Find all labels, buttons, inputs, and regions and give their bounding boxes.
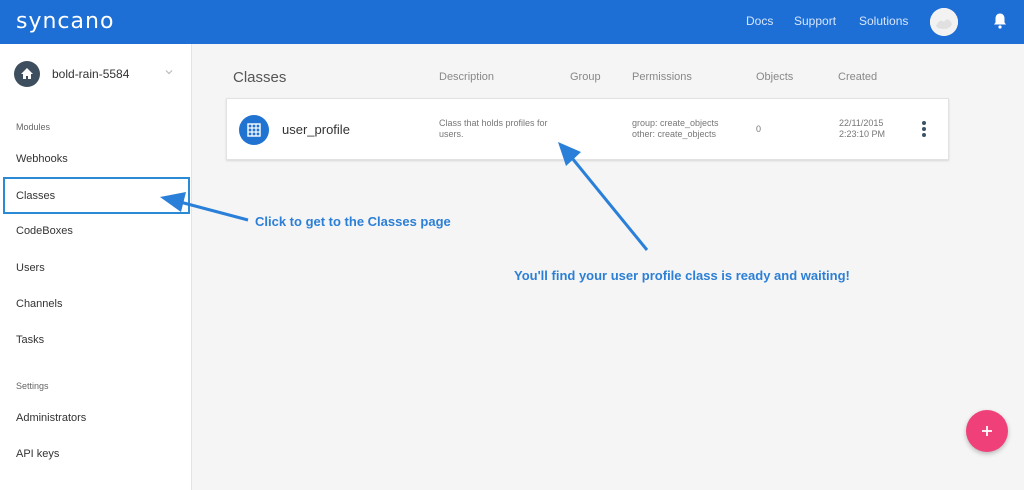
class-permissions: group: create_objects other: create_obje… — [632, 118, 719, 140]
sidebar-item-codeboxes[interactable]: CodeBoxes — [16, 225, 73, 237]
settings-section-label: Settings — [16, 381, 49, 391]
sidebar-item-api-keys[interactable]: API keys — [16, 448, 59, 460]
top-app-bar: syncano Docs Support Solutions — [0, 0, 1024, 44]
column-header-permissions: Permissions — [632, 71, 692, 83]
instance-selector[interactable]: bold-rain-5584 — [14, 61, 184, 87]
home-icon — [14, 61, 40, 87]
syncano-logo[interactable]: syncano — [16, 9, 114, 34]
sidebar-item-classes[interactable]: Classes — [3, 177, 190, 214]
column-header-description: Description — [439, 71, 495, 83]
more-vert-icon[interactable] — [919, 121, 929, 139]
instance-name: bold-rain-5584 — [52, 67, 130, 81]
add-class-button[interactable] — [966, 410, 1008, 452]
annotation-row-note: You'll find your user profile class is r… — [514, 268, 850, 283]
sidebar-item-channels[interactable]: Channels — [16, 298, 62, 310]
sidebar-item-tasks[interactable]: Tasks — [16, 334, 44, 346]
sidebar-item-administrators[interactable]: Administrators — [16, 412, 86, 424]
class-name[interactable]: user_profile — [282, 122, 350, 137]
column-header-group: Group — [570, 71, 601, 83]
sidebar: bold-rain-5584 Modules Webhooks Classes … — [0, 44, 192, 490]
created-time: 2:23:10 PM — [839, 129, 886, 139]
created-timestamp: 22/11/2015 2:23:10 PM — [839, 118, 885, 140]
sidebar-item-label: Classes — [16, 190, 56, 202]
chevron-down-icon — [165, 70, 173, 75]
page-title: Classes — [233, 69, 287, 86]
class-description: Class that holds profiles for users. — [439, 118, 548, 140]
permission-other: other: create_objects — [632, 129, 717, 139]
annotation-classes-note: Click to get to the Classes page — [255, 214, 451, 229]
description-line: users. — [439, 129, 464, 139]
column-header-created: Created — [838, 71, 878, 83]
bell-icon[interactable] — [992, 12, 1008, 30]
nav-link-solutions[interactable]: Solutions — [859, 14, 908, 28]
table-row[interactable]: user_profile Class that holds profiles f… — [226, 98, 949, 160]
permission-group: group: create_objects — [632, 118, 719, 128]
modules-section-label: Modules — [16, 122, 51, 132]
user-avatar[interactable] — [930, 8, 958, 36]
description-line: Class that holds profiles for — [439, 118, 548, 128]
table-icon — [239, 115, 269, 145]
plus-icon — [982, 426, 992, 436]
created-date: 22/11/2015 — [839, 118, 884, 128]
objects-count: 0 — [756, 124, 762, 134]
nav-link-support[interactable]: Support — [794, 14, 836, 28]
column-header-objects: Objects — [756, 71, 794, 83]
sidebar-item-webhooks[interactable]: Webhooks — [16, 153, 68, 165]
sidebar-item-users[interactable]: Users — [16, 262, 45, 274]
nav-link-docs[interactable]: Docs — [746, 14, 773, 28]
